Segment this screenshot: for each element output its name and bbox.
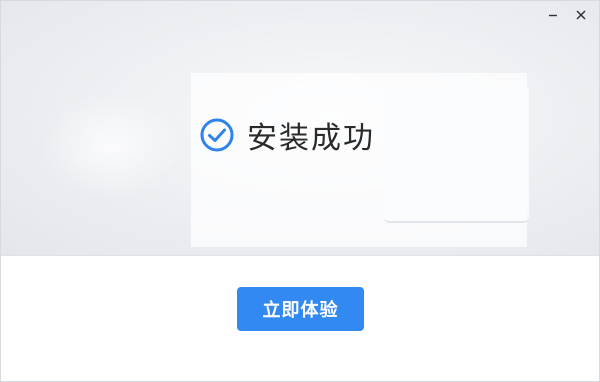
installer-window: 安装成功 立即体验	[0, 0, 600, 382]
close-icon	[576, 10, 586, 20]
minimize-button[interactable]	[541, 4, 565, 26]
minimize-icon	[549, 14, 557, 17]
hero-banner: 安装成功	[1, 1, 599, 256]
window-controls	[541, 4, 593, 26]
background-haze	[41, 91, 181, 201]
action-footer: 立即体验	[1, 256, 599, 381]
check-circle-icon	[200, 118, 234, 152]
status-text: 安装成功	[247, 121, 375, 156]
background-card	[384, 87, 529, 223]
close-button[interactable]	[569, 4, 593, 26]
launch-button[interactable]: 立即体验	[237, 287, 364, 331]
install-status: 安装成功	[199, 113, 375, 157]
